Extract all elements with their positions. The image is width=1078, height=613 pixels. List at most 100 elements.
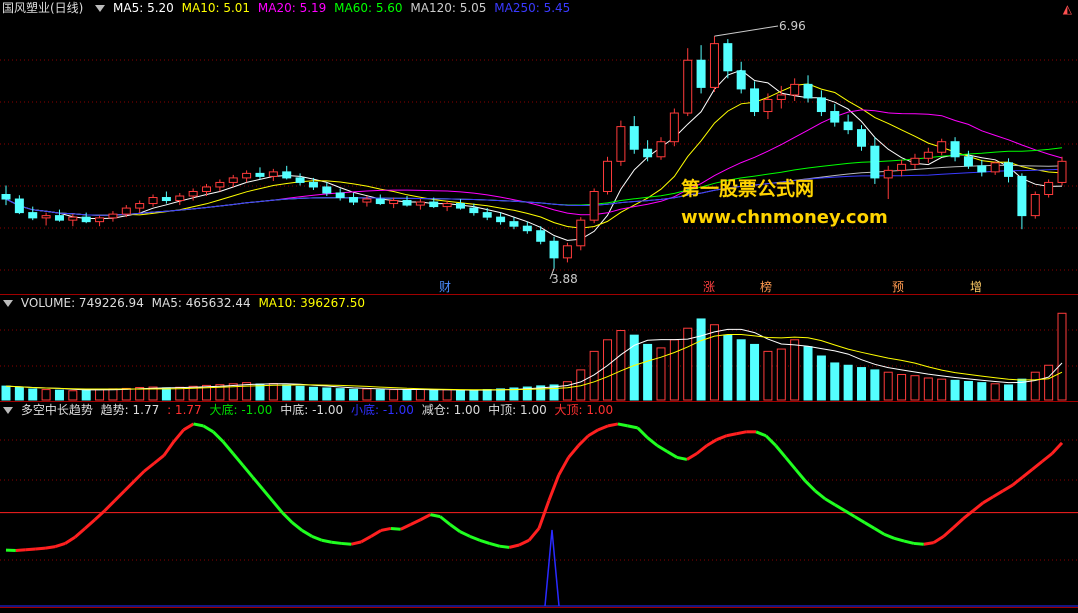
trend-segment [193, 422, 204, 428]
candle [830, 103, 840, 127]
high-marker-line [714, 25, 779, 37]
candle-body [830, 111, 840, 123]
trend-segment [942, 526, 955, 538]
candle-body [1030, 194, 1040, 217]
candle-body [1057, 160, 1067, 183]
indicator-title[interactable]: 多空中长趋势 [21, 403, 93, 417]
trend-segment [499, 544, 510, 549]
trend-segment [755, 430, 767, 438]
trend-segment [636, 426, 649, 439]
candle [990, 161, 1000, 175]
volume-bar [255, 383, 265, 401]
candle-body [54, 215, 64, 221]
candle-body [509, 221, 519, 227]
dropdown-icon[interactable] [95, 5, 106, 12]
trend-segment [736, 430, 747, 436]
candle [643, 140, 653, 162]
candle [496, 212, 506, 225]
candle-body [816, 97, 826, 113]
candle [402, 196, 412, 207]
volume-bar [963, 380, 973, 401]
volume-bar [415, 388, 425, 401]
trend-segment [45, 545, 56, 550]
trend-segment [982, 495, 994, 505]
trend-segment [883, 532, 895, 540]
event-marker-bang[interactable]: 榜 [760, 280, 772, 294]
trend-segment [656, 444, 669, 453]
trend-segment [1031, 460, 1044, 471]
candle-body [482, 212, 492, 218]
trend-segment [25, 547, 36, 552]
event-marker-yu[interactable]: 预 [892, 280, 904, 294]
candle-body [215, 181, 225, 188]
expand-icon[interactable]: ◭ [1063, 2, 1072, 16]
trend-segment [587, 428, 599, 438]
volume-bar [776, 348, 786, 401]
candle-body [923, 151, 933, 159]
trend-segment [370, 529, 382, 538]
volume-label: VOLUME: 749226.94 [20, 296, 144, 310]
small-bottom-marker [544, 529, 560, 607]
trend-segment [64, 535, 76, 545]
candle [843, 114, 853, 135]
candle-body [522, 225, 532, 232]
candle-body [135, 203, 145, 209]
volume-bar [295, 385, 305, 401]
trend-segment [518, 538, 530, 547]
candle-body [161, 197, 171, 202]
trend-segment [380, 526, 392, 532]
volume-bar [455, 390, 465, 401]
event-marker-zhang[interactable]: 涨 [703, 280, 715, 294]
trend-segment [281, 511, 294, 524]
candle [1017, 173, 1027, 230]
trend-segment [903, 539, 915, 545]
volume-bar [830, 362, 840, 401]
candle-body [108, 213, 118, 219]
event-marker-cai[interactable]: 财 [439, 280, 451, 294]
volume-bar [429, 389, 439, 401]
trend-segment [567, 444, 580, 459]
ma5-label: MA5: 5.20 [113, 1, 174, 15]
volume-bar [14, 386, 24, 401]
trend-segment [873, 527, 886, 536]
dropdown-icon[interactable] [3, 300, 13, 307]
candle-body [322, 186, 332, 194]
volume-bar [883, 371, 893, 401]
low-price-label: 3.88 [551, 272, 578, 286]
candle-body [362, 198, 372, 203]
volume-bar [1, 385, 11, 401]
volume-bar [28, 388, 38, 401]
candle [455, 199, 465, 210]
trend-segment [547, 474, 561, 502]
trend-segment [607, 422, 619, 428]
candle-body [536, 230, 546, 242]
candle [415, 199, 425, 210]
volume-bar [1057, 312, 1067, 401]
candle-body [188, 190, 198, 197]
trend-segment [311, 534, 323, 542]
trend-segment [15, 548, 26, 553]
volume-bar [603, 339, 613, 401]
stock-title[interactable]: 国风塑业(日线) [2, 1, 83, 15]
candle [589, 188, 599, 224]
candle [910, 153, 920, 169]
trend-segment [439, 515, 452, 526]
trend-segment [705, 438, 718, 447]
ma60-label: MA60: 5.60 [334, 1, 403, 15]
candle-body [897, 163, 907, 171]
trend-segment [400, 523, 412, 531]
volume-bar [442, 389, 452, 401]
event-marker-zeng[interactable]: 增 [970, 280, 982, 294]
trend-segment [962, 509, 975, 520]
candle-body [696, 59, 706, 88]
candle [228, 174, 238, 187]
volume-bar [402, 389, 412, 401]
candle-body [643, 148, 653, 158]
trend-segment [271, 499, 284, 514]
volume-bar [736, 339, 746, 401]
volume-bar [856, 367, 866, 401]
trend-segment [35, 546, 46, 551]
candle [883, 165, 893, 200]
dropdown-icon[interactable] [3, 407, 13, 414]
candle [629, 116, 639, 154]
